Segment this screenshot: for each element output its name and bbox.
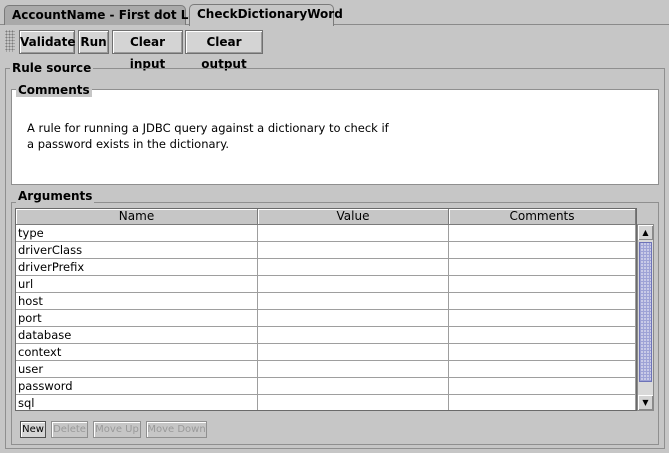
cell-value[interactable] bbox=[258, 293, 449, 309]
cell-value[interactable] bbox=[258, 276, 449, 292]
cell-name[interactable]: database bbox=[16, 327, 258, 343]
cell-value[interactable] bbox=[258, 259, 449, 275]
comments-title: Comments bbox=[16, 83, 92, 97]
cell-name[interactable]: type bbox=[16, 225, 258, 241]
cell-comments[interactable] bbox=[449, 344, 636, 360]
cell-name[interactable]: sql bbox=[16, 395, 258, 410]
cell-comments[interactable] bbox=[449, 327, 636, 343]
move-down-button[interactable]: Move Down bbox=[146, 421, 207, 438]
clear-input-button[interactable]: Clear input bbox=[112, 30, 183, 71]
cell-comments[interactable] bbox=[449, 293, 636, 309]
rule-source-title: Rule source bbox=[10, 61, 94, 75]
cell-comments[interactable] bbox=[449, 395, 636, 410]
toolbar-grip-icon[interactable] bbox=[5, 30, 15, 52]
cell-name[interactable]: host bbox=[16, 293, 258, 309]
cell-comments[interactable] bbox=[449, 310, 636, 326]
column-header-comments[interactable]: Comments bbox=[449, 209, 636, 225]
cell-name[interactable]: password bbox=[16, 378, 258, 394]
new-button[interactable]: New bbox=[20, 421, 46, 438]
tab-checkdictionaryword[interactable]: CheckDictionaryWord bbox=[189, 4, 343, 26]
delete-button[interactable]: Delete bbox=[51, 421, 88, 438]
cell-value[interactable] bbox=[258, 225, 449, 241]
scroll-down-arrow-icon[interactable]: ▼ bbox=[638, 395, 653, 410]
cell-value[interactable] bbox=[258, 327, 449, 343]
cell-value[interactable] bbox=[258, 344, 449, 360]
cell-comments[interactable] bbox=[449, 242, 636, 258]
cell-comments[interactable] bbox=[449, 225, 636, 241]
cell-name[interactable]: driverPrefix bbox=[16, 259, 258, 275]
table-row[interactable]: context bbox=[16, 344, 636, 361]
cell-name[interactable]: port bbox=[16, 310, 258, 326]
column-header-name[interactable]: Name bbox=[16, 209, 258, 225]
table-header: Name Value Comments bbox=[16, 209, 636, 225]
validate-button[interactable]: Validate bbox=[19, 30, 76, 54]
table-row[interactable]: user bbox=[16, 361, 636, 378]
comments-text[interactable]: A rule for running a JDBC query against … bbox=[27, 120, 587, 152]
table-row[interactable]: driverPrefix bbox=[16, 259, 636, 276]
tab-accountname-first-dot-last[interactable]: AccountName - First dot Last bbox=[4, 5, 209, 25]
table-row[interactable]: host bbox=[16, 293, 636, 310]
table-row[interactable]: database bbox=[16, 327, 636, 344]
cell-comments[interactable] bbox=[449, 378, 636, 394]
cell-name[interactable]: url bbox=[16, 276, 258, 292]
column-header-value[interactable]: Value bbox=[258, 209, 449, 225]
table-row[interactable]: port bbox=[16, 310, 636, 327]
cell-comments[interactable] bbox=[449, 259, 636, 275]
table-row[interactable]: type bbox=[16, 225, 636, 242]
move-up-button[interactable]: Move Up bbox=[93, 421, 141, 438]
arguments-table: Name Value Comments type driverClass drive… bbox=[15, 208, 637, 411]
cell-name[interactable]: context bbox=[16, 344, 258, 360]
comments-line-1: A rule for running a JDBC query against … bbox=[27, 121, 389, 135]
table-row[interactable]: sql bbox=[16, 395, 636, 410]
clear-output-button[interactable]: Clear output bbox=[185, 30, 263, 71]
table-row[interactable]: driverClass bbox=[16, 242, 636, 259]
table-scrollbar[interactable]: ▲ ▼ bbox=[637, 224, 654, 411]
run-button[interactable]: Run bbox=[78, 30, 109, 54]
cell-value[interactable] bbox=[258, 242, 449, 258]
cell-value[interactable] bbox=[258, 378, 449, 394]
scroll-up-arrow-icon[interactable]: ▲ bbox=[638, 225, 653, 240]
cell-value[interactable] bbox=[258, 310, 449, 326]
cell-value[interactable] bbox=[258, 361, 449, 377]
scroll-thumb[interactable] bbox=[639, 242, 652, 382]
cell-name[interactable]: user bbox=[16, 361, 258, 377]
comments-line-2: a password exists in the dictionary. bbox=[27, 137, 230, 151]
cell-name[interactable]: driverClass bbox=[16, 242, 258, 258]
cell-comments[interactable] bbox=[449, 361, 636, 377]
table-row[interactable]: password bbox=[16, 378, 636, 395]
cell-comments[interactable] bbox=[449, 276, 636, 292]
table-row[interactable]: url bbox=[16, 276, 636, 293]
table-body: type driverClass driverPrefix url host port da… bbox=[16, 225, 636, 410]
arguments-title: Arguments bbox=[16, 189, 95, 203]
cell-value[interactable] bbox=[258, 395, 449, 410]
